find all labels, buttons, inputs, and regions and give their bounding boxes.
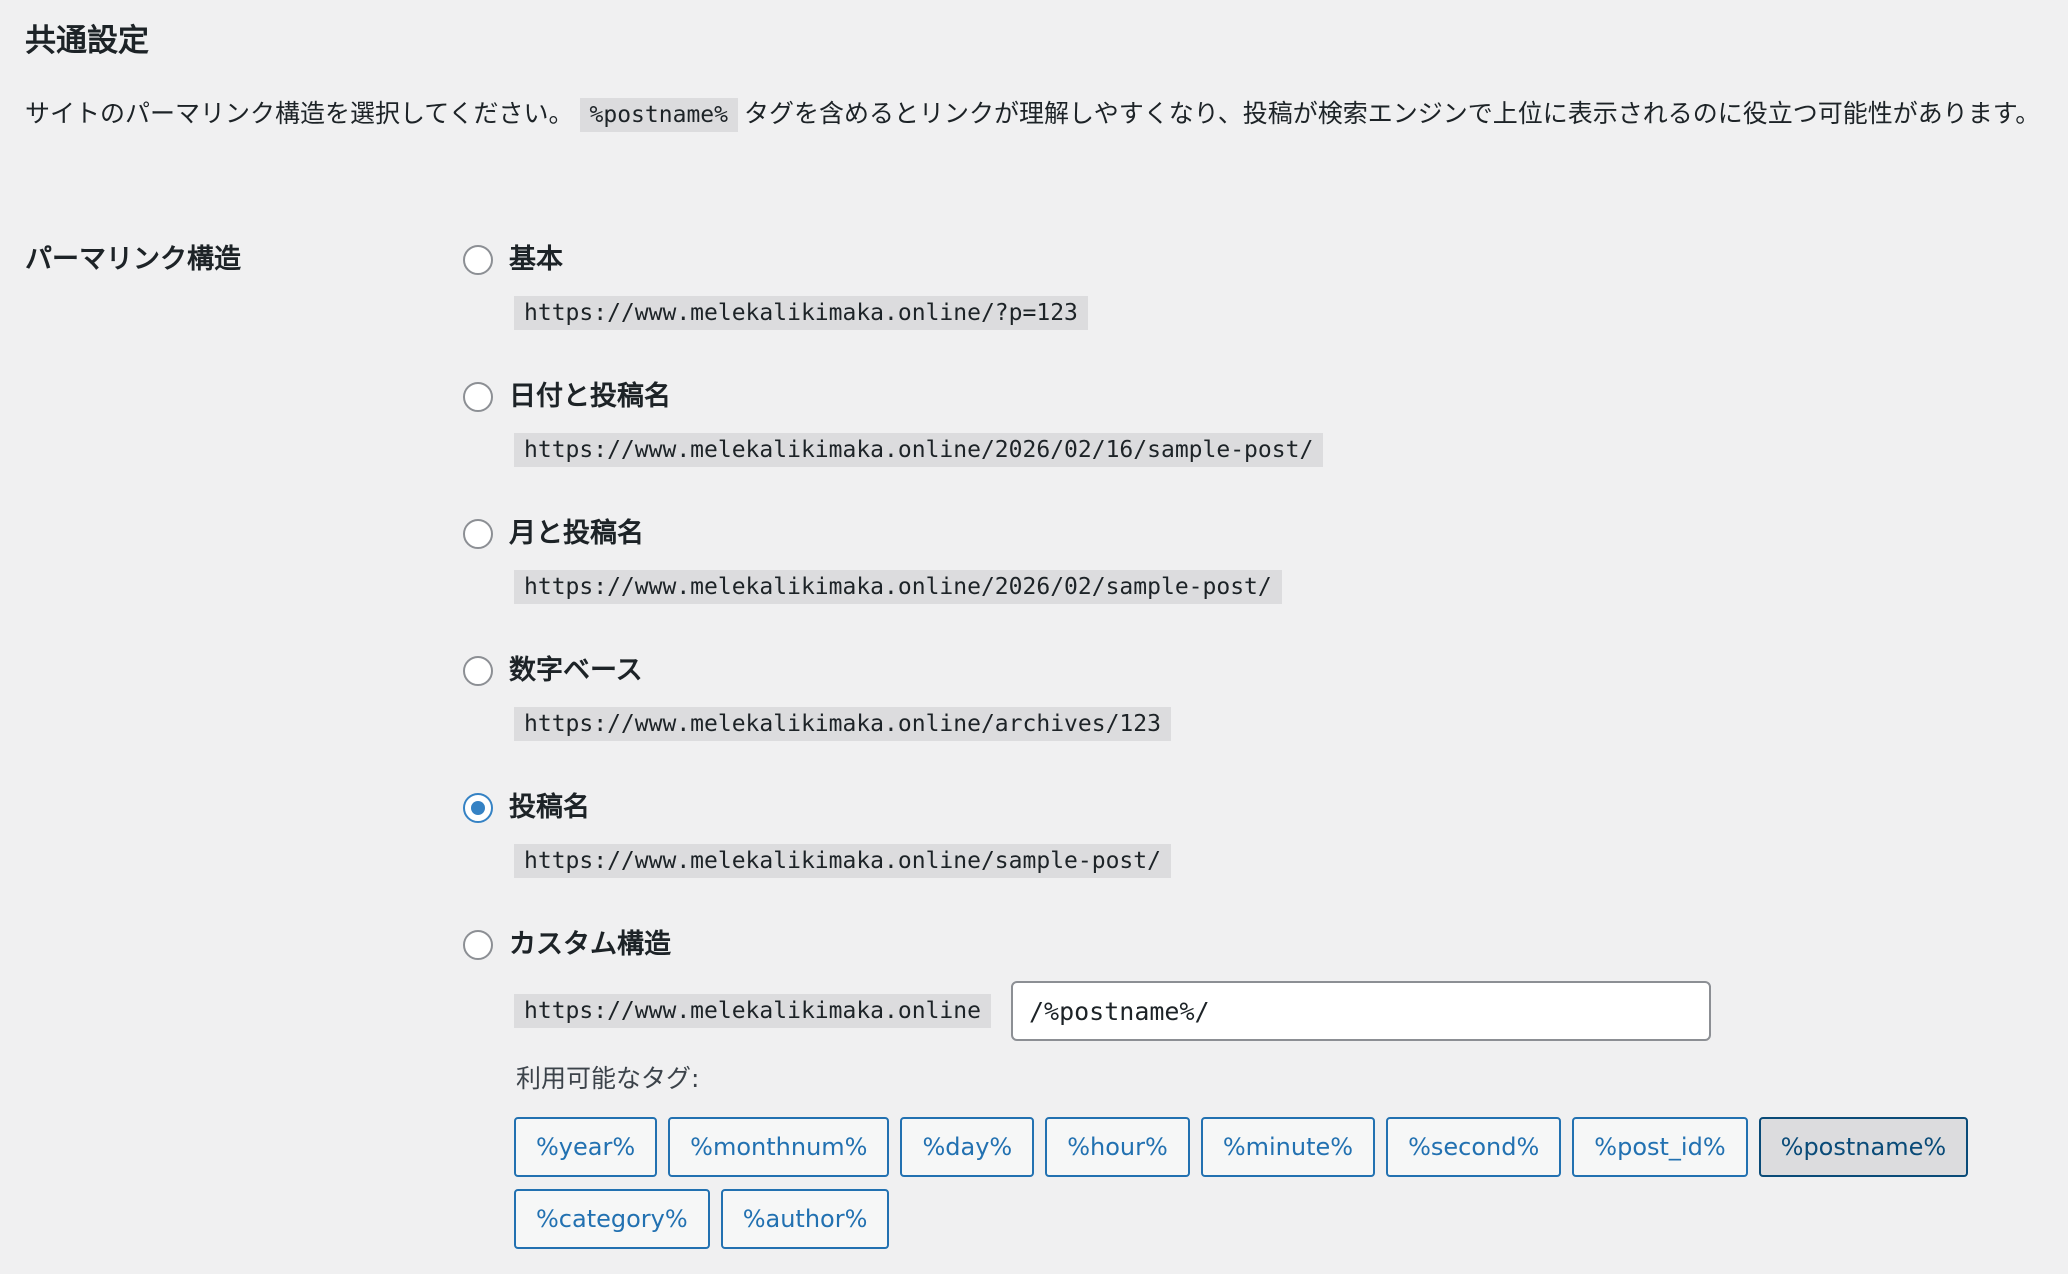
tag-button-second[interactable]: %second% [1386,1117,1562,1177]
tag-button-category[interactable]: %category% [514,1189,710,1249]
option-custom-radio[interactable] [463,930,493,960]
tag-button-post-id[interactable]: %post_id% [1572,1117,1748,1177]
option-month-name-example: https://www.melekalikimaka.online/2026/0… [514,570,1282,604]
custom-base-url: https://www.melekalikimaka.online [514,994,991,1028]
custom-structure-line: https://www.melekalikimaka.online [514,981,2063,1041]
option-plain: 基本 https://www.melekalikimaka.online/?p=… [463,240,2063,377]
tag-button-postname[interactable]: %postname% [1758,1117,1969,1177]
option-custom-label[interactable]: カスタム構造 [509,925,671,965]
option-month-name-label[interactable]: 月と投稿名 [509,514,644,554]
option-numeric: 数字ベース https://www.melekalikimaka.online/… [463,651,2063,788]
intro-text-before: サイトのパーマリンク構造を選択してください。 [25,99,574,128]
option-post-name-label[interactable]: 投稿名 [509,788,590,828]
tag-button-hour[interactable]: %hour% [1045,1117,1190,1177]
intro-text: サイトのパーマリンク構造を選択してください。 %postname% タグを含めるとリ… [25,92,2065,137]
tag-button-minute[interactable]: %minute% [1200,1117,1376,1177]
permalink-structure-label: パーマリンク構造 [25,244,241,275]
option-plain-example: https://www.melekalikimaka.online/?p=123 [514,296,1088,330]
option-custom-head[interactable]: カスタム構造 [463,925,2063,965]
custom-structure-input[interactable] [1010,981,1711,1041]
option-numeric-radio[interactable] [463,656,493,686]
tag-button-author[interactable]: %author% [720,1189,890,1249]
option-numeric-example: https://www.melekalikimaka.online/archiv… [514,707,1171,741]
option-numeric-label[interactable]: 数字ベース [509,651,643,691]
option-month-name: 月と投稿名 https://www.melekalikimaka.online/… [463,514,2063,651]
option-post-name-head[interactable]: 投稿名 [463,788,2063,828]
available-tags-label: 利用可能なタグ: [516,1064,700,1093]
option-post-name-radio[interactable] [463,793,493,823]
option-day-name-head[interactable]: 日付と投稿名 [463,377,2063,417]
option-day-name-example: https://www.melekalikimaka.online/2026/0… [514,433,1324,467]
option-day-name: 日付と投稿名 https://www.melekalikimaka.online… [463,377,2063,514]
intro-code-tag: %postname% [579,98,738,132]
intro-text-after: タグを含めるとリンクが理解しやすくなり、投稿が検索エンジンで上位に表示されるのに… [744,99,2041,128]
option-month-name-radio[interactable] [463,519,493,549]
option-custom: カスタム構造 https://www.melekalikimaka.online… [463,925,2063,1249]
option-plain-label[interactable]: 基本 [509,240,563,280]
option-month-name-head[interactable]: 月と投稿名 [463,514,2063,554]
tag-button-day[interactable]: %day% [900,1117,1035,1177]
option-numeric-head[interactable]: 数字ベース [463,651,2063,691]
option-day-name-label[interactable]: 日付と投稿名 [509,377,671,417]
permalink-options: 基本 https://www.melekalikimaka.online/?p=… [463,240,2063,1249]
option-plain-radio[interactable] [463,245,493,275]
available-tags: %year% %monthnum% %day% %hour% %minute% … [514,1117,2068,1249]
option-post-name: 投稿名 https://www.melekalikimaka.online/sa… [463,788,2063,925]
option-plain-head[interactable]: 基本 [463,240,2063,280]
tag-button-monthnum[interactable]: %monthnum% [668,1117,890,1177]
option-post-name-example: https://www.melekalikimaka.online/sample… [514,844,1171,878]
tag-button-year[interactable]: %year% [514,1117,658,1177]
section-title: 共通設定 [25,23,149,59]
option-day-name-radio[interactable] [463,382,493,412]
